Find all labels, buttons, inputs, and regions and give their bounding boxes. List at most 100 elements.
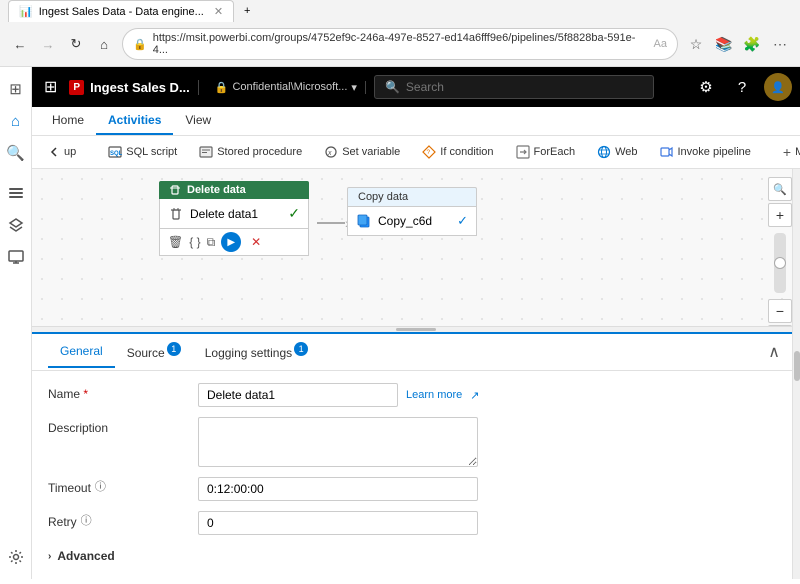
tab-logging[interactable]: Logging settings1 <box>193 334 320 370</box>
code-action-icon[interactable]: { } <box>189 235 200 249</box>
back-up-btn[interactable]: up <box>40 142 84 162</box>
forward-btn[interactable]: → <box>36 32 60 56</box>
address-bar[interactable]: 🔒 https://msit.powerbi.com/groups/4752ef… <box>122 28 678 60</box>
lock-icon: 🔒 <box>133 38 147 51</box>
zoom-controls: 🔍 + − <box>768 177 792 326</box>
svg-text:x: x <box>327 150 332 157</box>
foreach-btn[interactable]: ForEach <box>508 141 584 163</box>
advanced-section[interactable]: › Advanced <box>48 545 784 567</box>
pipeline-canvas: Delete data Delete data1 ✓ 🗑 { } ⧉ <box>32 169 800 326</box>
description-input[interactable] <box>198 417 478 467</box>
copy-action-icon[interactable]: ⧉ <box>207 235 216 250</box>
home-btn[interactable]: ⌂ <box>92 32 116 56</box>
zoom-search-btn[interactable]: 🔍 <box>768 177 792 201</box>
active-tab[interactable]: 📊 Ingest Sales Data - Data engine... ✕ <box>8 0 234 22</box>
copy-node-name: Copy_c6d <box>378 214 432 228</box>
sidebar-layers[interactable] <box>2 211 30 239</box>
panel-close-btn[interactable]: ∧ <box>764 338 784 366</box>
browser-more-btn[interactable]: ⋯ <box>768 32 792 56</box>
ribbon: Home Activities View up SQL SQL script <box>32 107 800 169</box>
refresh-btn[interactable]: ↻ <box>64 32 88 56</box>
form-body: Name Learn more ↗ Description Timeout ⓘ <box>32 371 800 579</box>
app-search-input[interactable] <box>406 80 643 94</box>
learn-more-link[interactable]: Learn more <box>406 389 462 401</box>
more-activities-btn[interactable]: + More activities ▾ <box>775 140 800 164</box>
panel-tabs: General Source1 Logging settings1 ∧ <box>32 334 800 371</box>
ribbon-actions: up SQL SQL script Stored procedure x Set… <box>32 136 800 168</box>
collections-btn[interactable]: 📚 <box>712 32 736 56</box>
sidebar-monitor[interactable] <box>2 243 30 271</box>
user-avatar[interactable]: 👤 <box>764 73 792 101</box>
help-icon-btn[interactable]: ? <box>728 73 756 101</box>
timeout-label: Timeout <box>48 477 91 495</box>
zoom-in-btn[interactable]: + <box>768 203 792 227</box>
delete-header-label: Delete data <box>187 184 246 196</box>
delete-node-body[interactable]: Delete data1 ✓ <box>159 199 309 229</box>
extensions-btn[interactable]: 🧩 <box>740 32 764 56</box>
tab-home[interactable]: Home <box>40 107 96 135</box>
if-condition-btn[interactable]: ? If condition <box>414 141 501 163</box>
advanced-chevron-icon: › <box>48 551 51 562</box>
copy-node-body[interactable]: Copy_c6d ✓ <box>347 206 477 236</box>
scrollbar-thumb[interactable] <box>794 351 800 381</box>
tab-activities[interactable]: Activities <box>96 107 173 135</box>
svg-text:SQL: SQL <box>110 151 122 157</box>
tab-general[interactable]: General <box>48 336 115 368</box>
timeout-input[interactable] <box>198 477 478 501</box>
web-btn[interactable]: Web <box>589 141 645 163</box>
timeout-info-icon: ⓘ <box>95 478 106 494</box>
zoom-out-btn[interactable]: − <box>768 299 792 323</box>
name-input[interactable] <box>198 383 398 407</box>
delete-header-icon <box>169 184 181 196</box>
retry-input[interactable] <box>198 511 478 535</box>
app-brand: P Ingest Sales D... <box>69 80 198 95</box>
timeout-label-group: Timeout ⓘ <box>48 477 188 495</box>
brand-lock-icon: 🔒 <box>215 81 229 94</box>
name-label: Name <box>48 383 188 401</box>
delete-node-error: ✕ <box>251 235 261 249</box>
sidebar-waffle[interactable]: ⊞ <box>2 75 30 103</box>
zoom-slider[interactable] <box>774 233 786 293</box>
sidebar: ⊞ ⌂ 🔍 <box>0 67 32 579</box>
delete-action-icon[interactable]: 🗑 <box>168 235 183 249</box>
canvas-bg[interactable]: Delete data Delete data1 ✓ 🗑 { } ⧉ <box>32 169 800 326</box>
tab-close-icon[interactable]: ✕ <box>214 5 223 18</box>
tab-view[interactable]: View <box>173 107 223 135</box>
back-btn[interactable]: ← <box>8 32 32 56</box>
zoom-thumb[interactable] <box>774 257 786 269</box>
resize-indicator <box>396 328 436 331</box>
web-label: Web <box>615 146 637 158</box>
connector-line <box>317 222 345 224</box>
copy-node-container: Copy data Copy_c6d ✓ <box>347 187 477 236</box>
new-tab-btn[interactable]: + <box>234 1 260 21</box>
reader-icon: Aa <box>654 38 667 50</box>
sidebar-settings[interactable] <box>2 543 30 571</box>
browser-actions: ☆ 📚 🧩 ⋯ <box>684 32 792 56</box>
app-title: Ingest Sales D... <box>90 80 190 95</box>
sidebar-data[interactable] <box>2 179 30 207</box>
invoke-pipeline-btn[interactable]: Invoke pipeline <box>652 141 759 163</box>
star-btn[interactable]: ☆ <box>684 32 708 56</box>
source-badge: 1 <box>167 342 181 356</box>
tab-title: Ingest Sales Data - Data engine... <box>39 6 204 18</box>
stored-procedure-btn[interactable]: Stored procedure <box>191 141 310 163</box>
name-input-group: Learn more ↗ <box>198 383 784 407</box>
navigation-bar: ← → ↻ ⌂ 🔒 https://msit.powerbi.com/group… <box>0 22 800 66</box>
set-variable-btn[interactable]: x Set variable <box>316 141 408 163</box>
sidebar-search[interactable]: 🔍 <box>2 139 30 167</box>
tab-general-label: General <box>60 344 103 358</box>
app-search[interactable]: 🔍 <box>374 75 654 99</box>
app-waffle-icon[interactable]: ⊞ <box>40 73 61 101</box>
delete-node-actions: 🗑 { } ⧉ ▶ ✕ <box>159 229 309 256</box>
new-tab-icon: + <box>244 5 250 17</box>
fit-to-screen-btn[interactable] <box>768 325 792 326</box>
sidebar-home[interactable]: ⌂ <box>2 107 30 135</box>
right-scrollbar[interactable] <box>792 169 800 579</box>
foreach-label: ForEach <box>534 146 576 158</box>
sql-script-btn[interactable]: SQL SQL script <box>100 141 185 163</box>
settings-icon-btn[interactable]: ⚙ <box>692 73 720 101</box>
connector: › <box>317 215 350 231</box>
run-action-icon[interactable]: ▶ <box>221 232 241 252</box>
tab-source[interactable]: Source1 <box>115 334 193 370</box>
header-icons: ⚙ ? 👤 <box>692 73 792 101</box>
